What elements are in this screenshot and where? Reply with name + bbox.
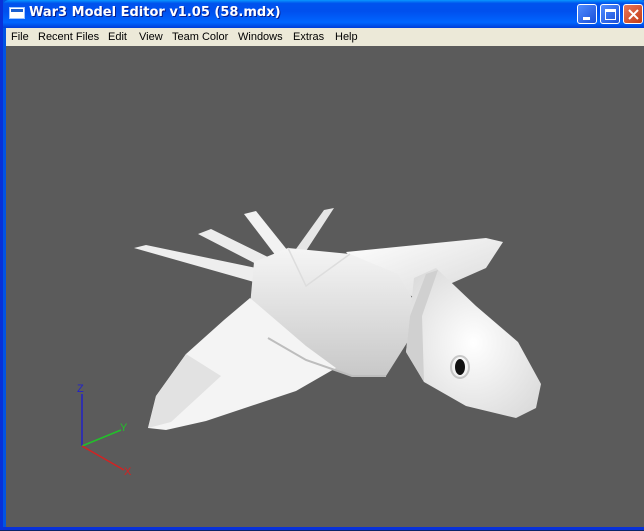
window-title: War3 Model Editor v1.05 (58.mdx) [29, 5, 281, 20]
menu-help[interactable]: Help [335, 29, 358, 45]
aircraft-model [134, 208, 541, 430]
model-render [81, 208, 541, 471]
z-axis-label: Z [77, 383, 84, 395]
minimize-button[interactable] [577, 4, 597, 24]
app-window: War3 Model Editor v1.05 (58.mdx) File Re… [0, 0, 644, 530]
x-axis-label: X [124, 466, 132, 478]
y-axis-label: Y [120, 422, 128, 434]
menu-view[interactable]: View [139, 29, 163, 45]
menu-recent-files[interactable]: Recent Files [38, 29, 99, 45]
minimize-icon [583, 17, 590, 20]
maximize-icon [605, 9, 616, 20]
maximize-button[interactable] [600, 4, 620, 24]
menu-windows[interactable]: Windows [238, 29, 283, 45]
menu-extras[interactable]: Extras [293, 29, 324, 45]
menu-team-color[interactable]: Team Color [172, 29, 228, 45]
y-axis-line [81, 429, 122, 447]
app-icon [9, 7, 25, 19]
axis-gizmo [81, 394, 125, 471]
x-axis-line [81, 445, 125, 471]
menu-edit[interactable]: Edit [108, 29, 127, 45]
close-button[interactable] [623, 4, 643, 24]
close-icon [628, 9, 639, 20]
menu-file[interactable]: File [11, 29, 29, 45]
menu-bar: File Recent Files Edit View Team Color W… [6, 28, 644, 46]
3d-viewport[interactable]: Z Y X [6, 46, 644, 527]
title-bar[interactable]: War3 Model Editor v1.05 (58.mdx) [3, 0, 644, 28]
